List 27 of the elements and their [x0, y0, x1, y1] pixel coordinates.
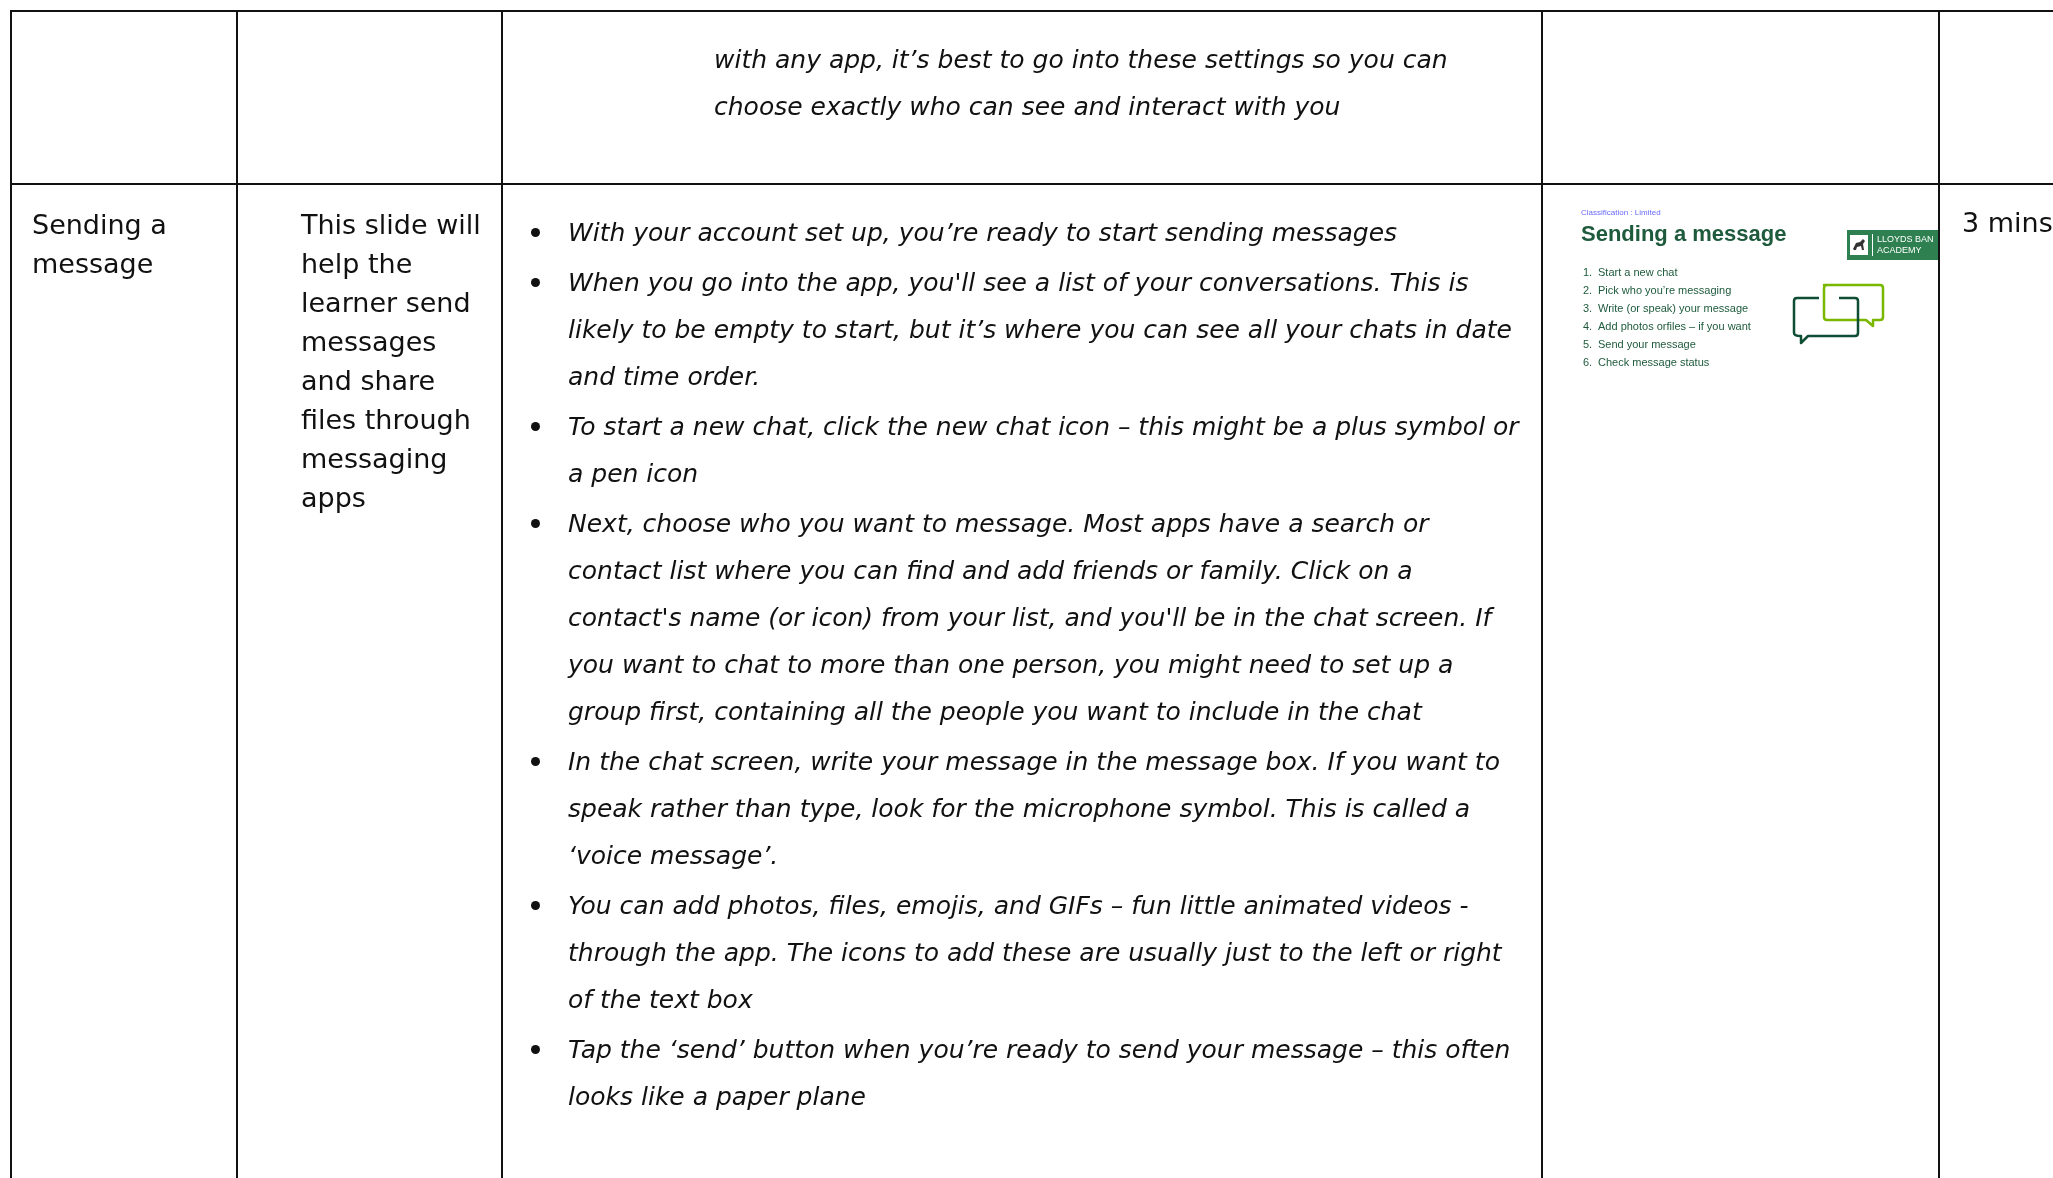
note-paragraph: with any app, it’s best to go into these settings so you can choose exactly who can see and interact with you: [713, 44, 1449, 123]
bullet-text: When you go into the app, you'll see a list of your conversations. This is likely to be empty to start, but it’s where you can see all your chats in date and time order.: [568, 267, 1513, 393]
bullet-text: To start a new chat, click the new chat icon – this might be a plus symbol or a pen icon: [568, 411, 1521, 490]
bullet-text: With your account set up, you’re ready to start sending messages: [568, 217, 1398, 249]
bullet-icon: [531, 1045, 540, 1054]
description-text: This slide will help the learner send messages and share files through messaging apps: [300, 208, 482, 515]
bullet-icon: [531, 278, 540, 287]
slide-step: 1. Start a new chat: [1583, 265, 1938, 280]
bullet-icon: [531, 757, 540, 766]
slide-step: 5. Send your message: [1583, 337, 1938, 352]
logo-text: LLOYDS BAN ACADEMY: [1872, 234, 1934, 256]
slide-step: 2. Pick who you’re messaging: [1583, 283, 1938, 298]
classification-label: Classification : Limited: [1581, 208, 1661, 217]
bullet-text: Next, choose who you want to message. Most apps have a search or contact list where you can find and add friends or family. Click on a contact's name (or icon) from your list, and you'll be in the chat screen. If you want to chat to more than one person, you might need to set up a group first, containing all the people you want to include in the chat: [568, 500, 1521, 735]
topic-text: Sending a message: [31, 208, 168, 281]
bullet-icon: [531, 422, 540, 431]
bullet-icon: [531, 228, 540, 237]
slide-step: 4. Add photos orfiles – if you want: [1583, 319, 1938, 334]
bullet-text: Tap the ‘send’ button when you’re ready to send your message – this often looks like a paper plane: [568, 1034, 1512, 1113]
slide-title: Sending a message: [1581, 221, 1787, 247]
bullet-icon: [531, 901, 540, 910]
duration-text: 3 mins: [1961, 206, 2053, 238]
bullet-text: In the chat screen, write your message in the message box. If you want to speak rather than type, look for the microphone symbol. This is called a ‘voice message’.: [568, 746, 1501, 872]
slide-step: 6. Check message status: [1583, 355, 1938, 370]
bullet-icon: [531, 519, 540, 528]
bullet-text: You can add photos, files, emojis, and GIFs – fun little animated videos - through the app. The icons to add these are usually just to the left or right of the text box: [568, 890, 1504, 1016]
slide-step: 3. Write (or speak) your message: [1583, 301, 1938, 316]
